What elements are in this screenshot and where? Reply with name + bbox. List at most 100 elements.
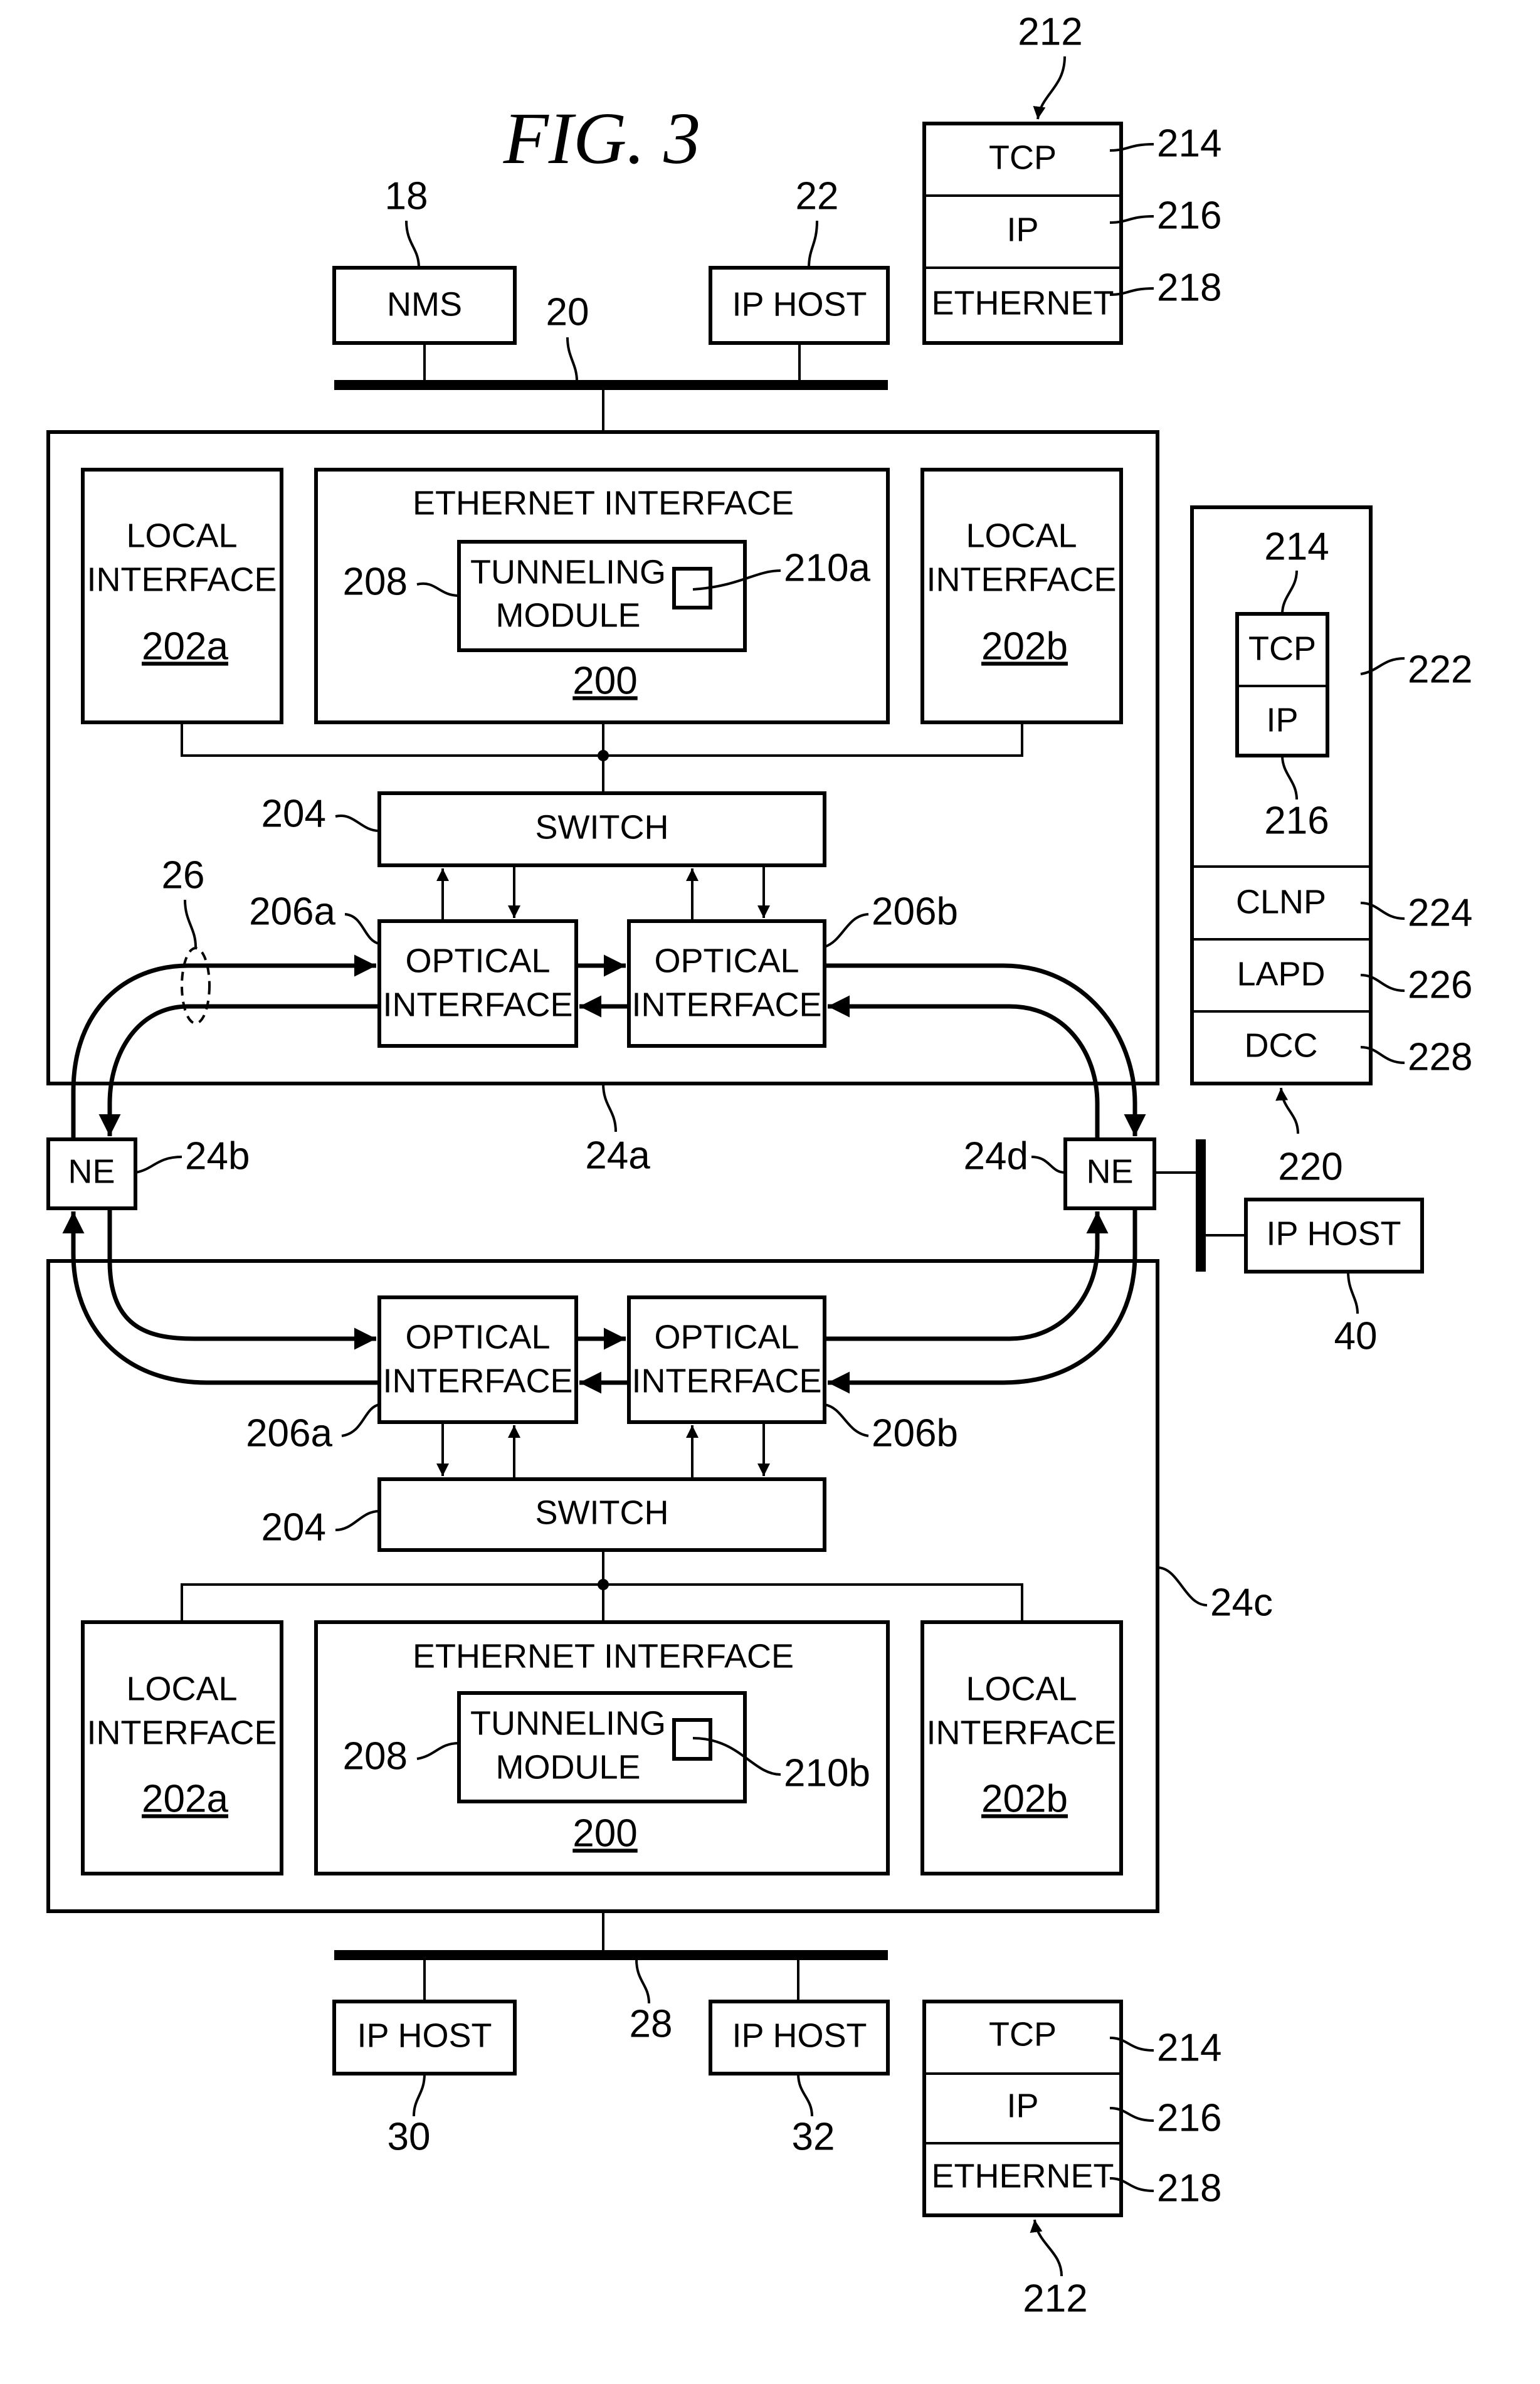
switch-204-bottom: SWITCH: [377, 1477, 826, 1552]
optical-interface-206b-top: OPTICAL INTERFACE: [627, 919, 826, 1048]
ref-204-top: 204: [261, 792, 326, 835]
nms-label: NMS: [387, 285, 462, 323]
local-interface-202b-top: LOCAL INTERFACE 202b: [920, 468, 1123, 724]
ref-216-bottom: 216: [1157, 2096, 1221, 2139]
leader-24c: [1157, 1566, 1208, 1606]
tunneling-label: TUNNELING: [470, 553, 666, 591]
ref-222: 222: [1408, 648, 1472, 691]
optical-interface-206a-top: OPTICAL INTERFACE: [377, 919, 578, 1048]
leader-30: [413, 2073, 426, 2117]
stack-tcp-label: TCP: [989, 139, 1057, 176]
ref-24c: 24c: [1210, 1581, 1273, 1624]
ip-host-30-label: IP HOST: [357, 2017, 492, 2054]
ref-202b-top: 202b: [981, 625, 1068, 668]
ethernet-interface-label: ETHERNET INTERFACE: [413, 1637, 794, 1675]
interface-label: INTERFACE: [87, 1714, 277, 1751]
stack-220-tcp-label: TCP: [1248, 630, 1316, 667]
ne-label: NE: [68, 1152, 115, 1190]
ref-212-top: 212: [1018, 10, 1082, 53]
optical-interface-206b-bottom: OPTICAL INTERFACE: [627, 1295, 826, 1424]
optical-b-box: [627, 1295, 826, 1424]
interface-label: INTERFACE: [382, 986, 572, 1023]
ref-220: 220: [1278, 1145, 1342, 1188]
optical-label: OPTICAL: [654, 942, 799, 979]
local-interface-202b-bottom: LOCAL INTERFACE 202b: [920, 1620, 1123, 1875]
ref-200-top: 200: [572, 659, 637, 702]
ref-40: 40: [1334, 1314, 1378, 1358]
local-label: LOCAL: [126, 1670, 237, 1707]
ref-32: 32: [792, 2115, 835, 2158]
module-label: MODULE: [495, 596, 640, 634]
fiber-opt-a-to-ne24b-bottom: [62, 1211, 379, 1385]
ref-24b: 24b: [185, 1134, 250, 1178]
optical-interface-206a-bottom: OPTICAL INTERFACE: [377, 1295, 578, 1424]
leader-24d: [1031, 1156, 1066, 1174]
ip-host-30: IP HOST: [332, 2000, 517, 2075]
ref-202b-bottom: 202b: [981, 1777, 1068, 1820]
ip-host-22: IP HOST: [709, 266, 890, 345]
local-interface-202a-bottom: LOCAL INTERFACE 202a: [81, 1620, 283, 1875]
network-element-24a: LOCAL INTERFACE 202a ETHERNET INTERFACE …: [46, 430, 1159, 1085]
nms-node: NMS: [332, 266, 517, 345]
ref-214-inner: 214: [1264, 525, 1329, 568]
ref-206a-bottom: 206a: [246, 1411, 332, 1455]
ref-226: 226: [1408, 963, 1472, 1006]
ref-228: 228: [1408, 1035, 1472, 1079]
ip-host-32-label: IP HOST: [732, 2017, 867, 2054]
ip-host-32: IP HOST: [709, 2000, 890, 2075]
ref-18: 18: [385, 174, 428, 218]
optical-a-box: [377, 1295, 578, 1424]
optical-label: OPTICAL: [405, 1318, 550, 1356]
ne-label: NE: [1086, 1152, 1133, 1190]
fiber-ne24d-to-opt-b-bottom: [828, 1208, 1137, 1394]
interface-label: INTERFACE: [382, 1362, 572, 1400]
ref-24a: 24a: [585, 1134, 650, 1177]
protocol-stack-220: TCP IP CLNP LAPD DCC: [1190, 505, 1373, 1085]
protocol-stack-212-bottom: TCP IP ETHERNET: [922, 2000, 1123, 2217]
ref-206a-top: 206a: [249, 890, 335, 933]
stack-220-clnp-label: CLNP: [1236, 883, 1326, 920]
optical-b-box: [627, 919, 826, 1048]
interface-label: INTERFACE: [87, 561, 277, 598]
stack-tcp-label: TCP: [989, 2015, 1057, 2053]
ref-24d: 24d: [964, 1134, 1028, 1178]
stack-220-box: [1190, 505, 1373, 1085]
ip-host-40: IP HOST: [1244, 1198, 1424, 1274]
leader-212-bottom: [1030, 2219, 1063, 2277]
leader-204-bottom: [335, 1510, 380, 1531]
ref-210b: 210b: [784, 1751, 870, 1795]
ref-202a-top: 202a: [142, 625, 228, 668]
bus-junction-top: [598, 750, 609, 761]
interface-label: INTERFACE: [926, 561, 1116, 598]
switch-204-top: SWITCH: [377, 791, 826, 867]
ref-26: 26: [162, 853, 205, 897]
interface-label: INTERFACE: [926, 1714, 1116, 1751]
leader-24a: [602, 1083, 617, 1132]
local-interface-202a-top: LOCAL INTERFACE 202a: [81, 468, 283, 724]
interface-label: INTERFACE: [631, 986, 821, 1023]
bus-junction-bottom: [598, 1579, 609, 1590]
ref-28: 28: [630, 2002, 673, 2045]
ref-214-top: 214: [1157, 122, 1221, 165]
leader-206a-bottom: [341, 1403, 380, 1437]
protocol-stack-212-top: TCP IP ETHERNET: [922, 122, 1123, 345]
leader-18: [405, 220, 420, 268]
ref-212-bottom: 212: [1023, 2277, 1087, 2320]
stack-220-ip-label: IP: [1266, 701, 1298, 739]
ref-216-top: 216: [1157, 194, 1221, 237]
ref-216-inner: 216: [1264, 799, 1329, 842]
ref-20: 20: [546, 290, 589, 334]
network-element-24c: OPTICAL INTERFACE OPTICAL INTERFACE 206a…: [46, 1259, 1159, 1913]
stack-ethernet-label: ETHERNET: [931, 284, 1114, 322]
local-label: LOCAL: [966, 517, 1077, 554]
ref-206b-top: 206b: [872, 890, 958, 933]
figure-title: FIG. 3: [503, 97, 701, 179]
tunneling-module-208-bottom: TUNNELING MODULE: [457, 1691, 747, 1803]
ethernet-interface-label: ETHERNET INTERFACE: [413, 484, 794, 522]
ref-200-bottom: 200: [572, 1812, 637, 1855]
stack-220-lapd-label: LAPD: [1237, 955, 1325, 993]
ref-206b-bottom: 206b: [872, 1411, 958, 1455]
leader-40: [1347, 1271, 1359, 1314]
ref-202a-bottom: 202a: [142, 1777, 228, 1820]
interface-label: INTERFACE: [631, 1362, 821, 1400]
